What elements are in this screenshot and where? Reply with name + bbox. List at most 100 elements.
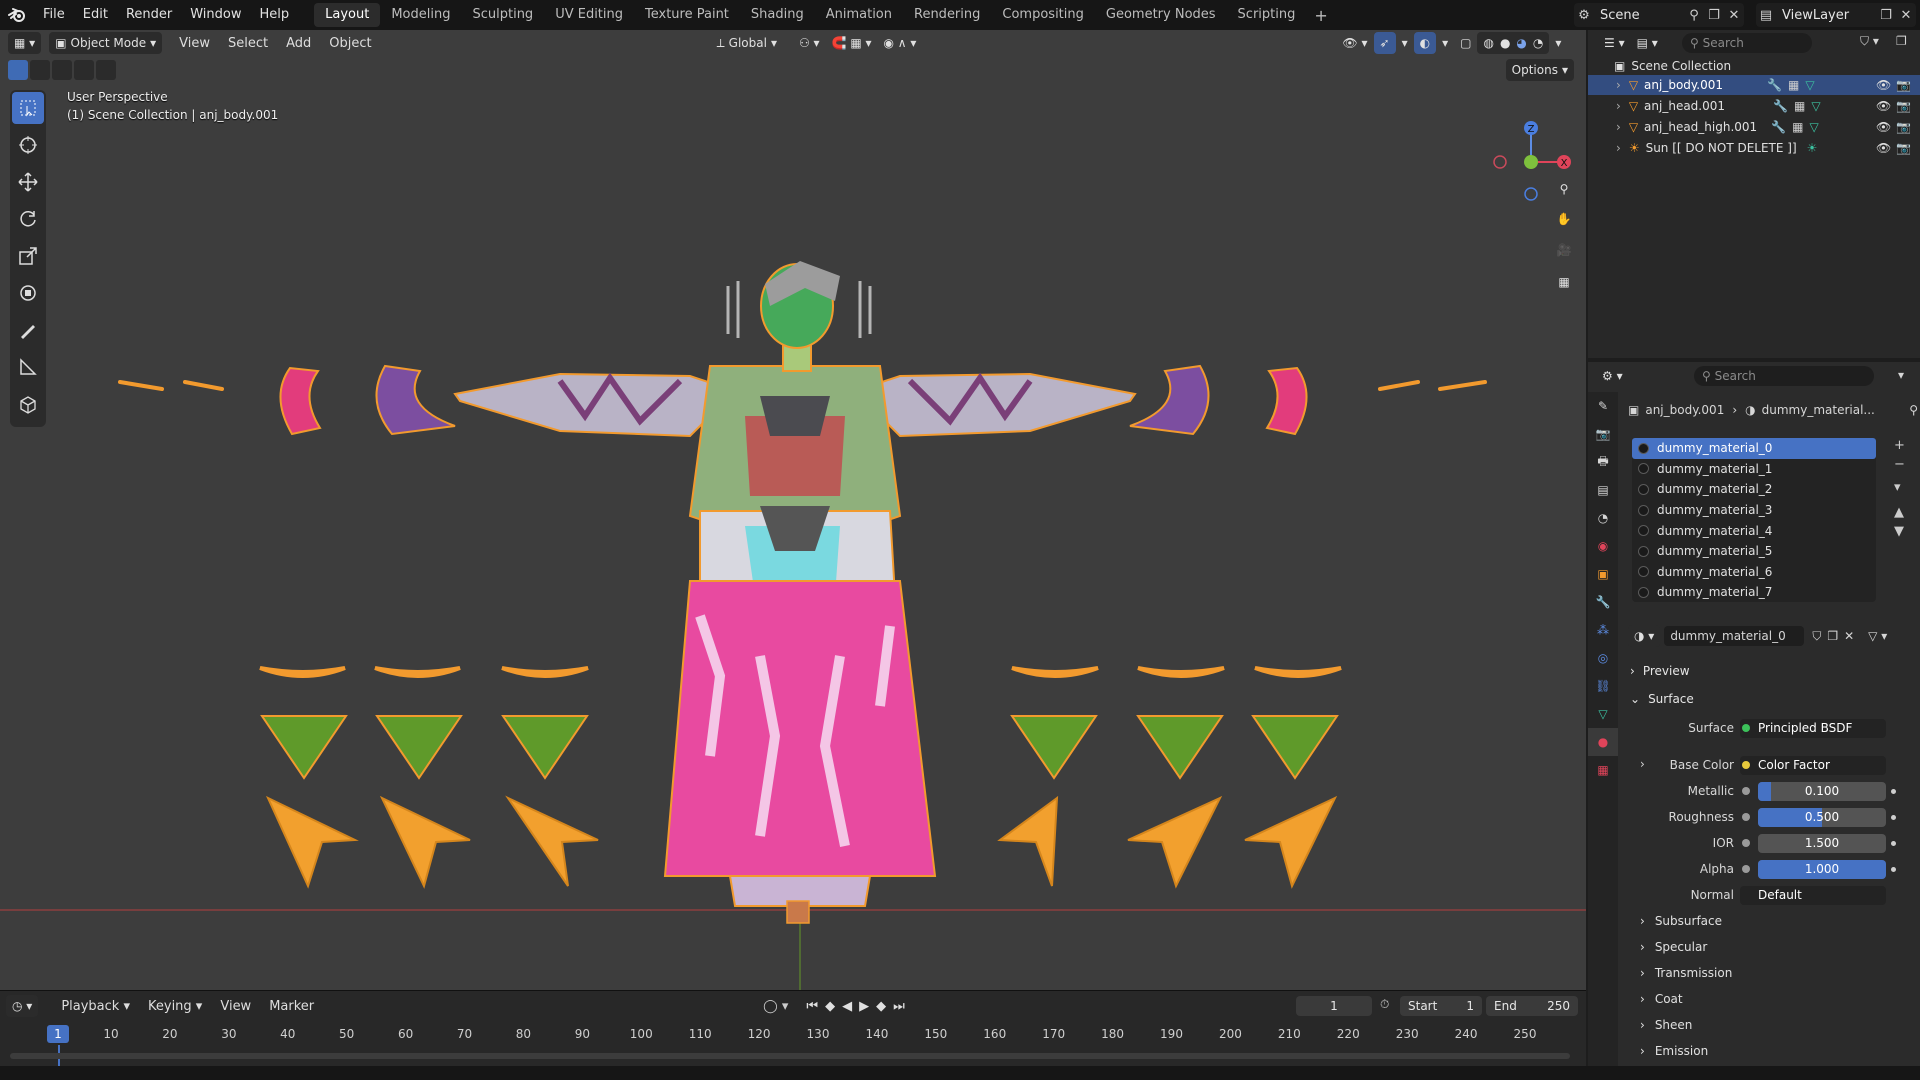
particles-tab-icon[interactable]: ⁂	[1588, 616, 1618, 644]
duplicate-material-icon[interactable]: ❐	[1827, 629, 1838, 643]
view-layer-name[interactable]: ViewLayer	[1776, 8, 1855, 23]
object-name[interactable]: anj_head_high.001	[1644, 120, 1757, 134]
properties-options-icon[interactable]: ▾	[1898, 368, 1904, 382]
output-tab-icon[interactable]: 🖶	[1588, 448, 1618, 476]
properties-editor[interactable]: ⚙ ▾ ⚲ Search ▾ ✎ 📷 🖶 ▤ ◔ ◉ ▣ 🔧 ⁂ ◎ ⛓ ▽ ●…	[1588, 362, 1920, 1066]
base-color-field[interactable]: Color Factor	[1740, 756, 1886, 775]
render-camera-icon[interactable]: 📷	[1896, 78, 1911, 92]
outliner-row-anj-head[interactable]: › ▽ anj_head.001 🔧 ▦ ▽ 👁 📷	[1588, 96, 1920, 116]
scene-selector[interactable]: ⚙ Scene ⚲ ❐ ✕	[1574, 3, 1744, 27]
transform-orientation-dropdown[interactable]: ⟂ Global ▾	[711, 32, 783, 54]
jump-start-icon[interactable]: ⏮	[806, 999, 825, 1014]
display-mode-dropdown[interactable]: ▤ ▾	[1631, 32, 1664, 54]
material-slot[interactable]: dummy_material_5	[1632, 541, 1876, 562]
tab-modeling[interactable]: Modeling	[380, 3, 461, 27]
move-down-icon[interactable]: ▼	[1894, 524, 1910, 539]
modifier-icon[interactable]: 🔧	[1773, 99, 1788, 113]
modifier-icon[interactable]: 🔧	[1767, 78, 1782, 92]
properties-editor-type-dropdown[interactable]: ⚙ ▾	[1596, 365, 1629, 387]
auto-keying-icon[interactable]: ◯ ▾	[763, 999, 788, 1014]
tab-layout[interactable]: Layout	[314, 3, 381, 27]
menu-render[interactable]: Render	[117, 0, 181, 30]
object-name[interactable]: Sun [[ DO NOT DELETE ]]	[1646, 141, 1797, 155]
menu-add[interactable]: Add	[277, 36, 320, 51]
timeline-scrollbar[interactable]	[10, 1053, 1570, 1059]
link-mode-dropdown[interactable]: ▽ ▾	[1868, 629, 1887, 643]
object-tab-icon[interactable]: ▣	[1588, 560, 1618, 588]
expand-arrow-icon[interactable]: ›	[1640, 757, 1645, 771]
tab-rendering[interactable]: Rendering	[903, 3, 991, 27]
material-preview-icon[interactable]: ◕	[1516, 32, 1526, 54]
outliner-row-anj-body[interactable]: › ▽ anj_body.001 🔧 ▦ ▽ 👁 📷	[1588, 75, 1920, 95]
jump-end-icon[interactable]: ⏭	[893, 999, 912, 1014]
surface-panel-header[interactable]: ⌄ Surface	[1630, 688, 1910, 710]
start-frame-field[interactable]: Start 1	[1400, 996, 1482, 1016]
menu-select[interactable]: Select	[219, 36, 277, 51]
render-tab-icon[interactable]: 📷	[1588, 420, 1618, 448]
menu-view[interactable]: View	[170, 36, 219, 51]
current-frame-field[interactable]: 1	[1296, 996, 1372, 1016]
world-tab-icon[interactable]: ◉	[1588, 532, 1618, 560]
outliner-row-scene-collection[interactable]: ▣ Scene Collection	[1588, 56, 1920, 76]
tab-compositing[interactable]: Compositing	[991, 3, 1095, 27]
material-slot[interactable]: dummy_material_2	[1632, 479, 1876, 500]
render-camera-icon[interactable]: 📷	[1896, 99, 1911, 113]
outliner[interactable]: ☰ ▾ ▤ ▾ ⚲ Search ⛉ ▾ ❐ ▣ Scene Collectio…	[1588, 30, 1920, 358]
menu-object[interactable]: Object	[320, 36, 380, 51]
modifier-icon[interactable]: 🔧	[1771, 120, 1786, 134]
tab-texture-paint[interactable]: Texture Paint	[634, 3, 740, 27]
new-view-layer-icon[interactable]: ❐	[1876, 5, 1896, 25]
solid-shading-icon[interactable]: ●	[1500, 32, 1510, 54]
menu-edit[interactable]: Edit	[74, 0, 117, 30]
visibility-eye-icon[interactable]: 👁	[1876, 78, 1891, 92]
emission-subpanel[interactable]: › Emission	[1640, 1040, 1708, 1062]
menu-file[interactable]: File	[34, 0, 74, 30]
gizmo-dropdown[interactable]: ▾	[1396, 32, 1414, 54]
new-scene-icon[interactable]: ❐	[1704, 5, 1724, 25]
playhead-frame[interactable]: 1	[47, 1025, 69, 1043]
modifier-tab-icon[interactable]: 🔧	[1588, 588, 1618, 616]
close-icon[interactable]: ✕	[1724, 5, 1744, 25]
alpha-slider[interactable]: 1.000	[1758, 860, 1886, 879]
mesh-data-icon[interactable]: ▽	[1811, 99, 1820, 113]
vertex-group-icon[interactable]: ▦	[1794, 99, 1805, 113]
end-frame-field[interactable]: End 250	[1486, 996, 1578, 1016]
outliner-editor-type-dropdown[interactable]: ☰ ▾	[1598, 32, 1631, 54]
outliner-row-sun[interactable]: › ☀ Sun [[ DO NOT DELETE ]] ☀ 👁 📷	[1588, 138, 1920, 158]
view-layer-tab-icon[interactable]: ▤	[1588, 476, 1618, 504]
light-data-icon[interactable]: ☀	[1807, 141, 1818, 155]
pin-icon[interactable]: ⚲	[1909, 403, 1918, 417]
tab-geometry-nodes[interactable]: Geometry Nodes	[1095, 3, 1227, 27]
outliner-row-anj-head-high[interactable]: › ▽ anj_head_high.001 🔧 ▦ ▽ 👁 📷	[1588, 117, 1920, 137]
menu-timeline-view[interactable]: View	[211, 999, 260, 1014]
new-collection-icon[interactable]: ❐	[1896, 34, 1907, 48]
browse-material-dropdown[interactable]: ◑ ▾	[1628, 625, 1661, 647]
pin-icon[interactable]: ⚲	[1684, 5, 1704, 25]
tab-uv-editing[interactable]: UV Editing	[544, 3, 634, 27]
menu-window[interactable]: Window	[181, 0, 250, 30]
rendered-shading-icon[interactable]: ◔	[1533, 32, 1543, 54]
properties-search-input[interactable]: ⚲ Search	[1694, 366, 1874, 386]
render-camera-icon[interactable]: 📷	[1896, 141, 1911, 155]
constraints-tab-icon[interactable]: ⛓	[1588, 672, 1618, 700]
keyframe-dot-icon[interactable]	[1891, 867, 1896, 872]
ior-field[interactable]: 1.500	[1758, 834, 1886, 853]
tab-sculpting[interactable]: Sculpting	[461, 3, 544, 27]
wireframe-shading-icon[interactable]: ◍	[1483, 32, 1493, 54]
material-name-field[interactable]: dummy_material_0	[1664, 626, 1805, 646]
visibility-eye-icon[interactable]: 👁	[1876, 99, 1891, 113]
scene-name[interactable]: Scene	[1594, 8, 1646, 23]
preview-panel-header[interactable]: › Preview	[1630, 660, 1910, 682]
keyframe-dot-icon[interactable]	[1891, 789, 1896, 794]
material-slot[interactable]: dummy_material_4	[1632, 520, 1876, 541]
tab-scripting[interactable]: Scripting	[1227, 3, 1307, 27]
menu-playback[interactable]: Playback ▾	[52, 999, 139, 1014]
add-workspace-icon[interactable]: +	[1306, 6, 1335, 25]
editor-type-dropdown[interactable]: ▦ ▾	[8, 32, 42, 54]
material-slot[interactable]: dummy_material_1	[1632, 459, 1876, 480]
sheen-subpanel[interactable]: › Sheen	[1640, 1014, 1692, 1036]
tab-shading[interactable]: Shading	[740, 3, 815, 27]
object-name[interactable]: anj_head.001	[1644, 99, 1725, 113]
vertex-group-icon[interactable]: ▦	[1792, 120, 1803, 134]
material-slot[interactable]: dummy_material_0	[1632, 438, 1876, 459]
